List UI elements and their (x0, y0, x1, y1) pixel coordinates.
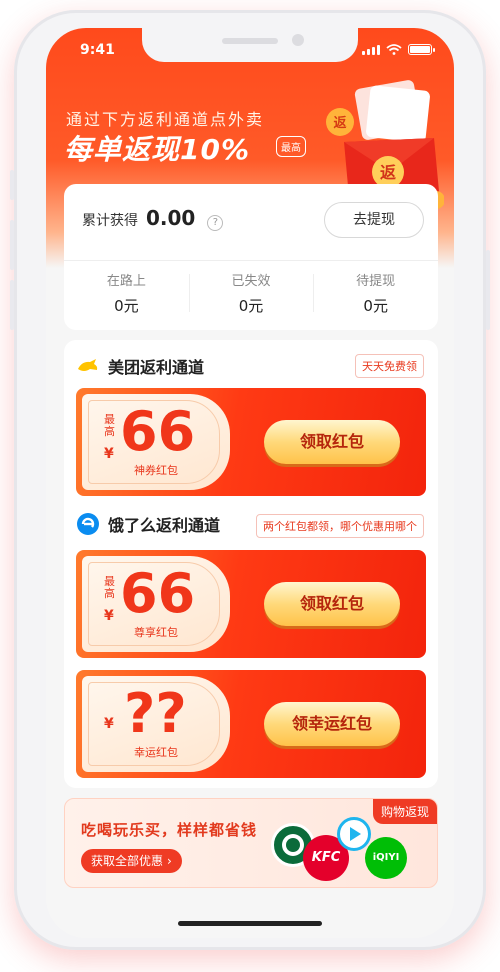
stat-value: 0元 (363, 297, 388, 315)
channels-panel: 美团返利通道 天天免费领 最高 ¥ 66 神券红包 领取红包 饿了么返利通道 两… (64, 340, 438, 788)
coupon-amount-panel: ¥ ?? 幸运红包 (82, 676, 230, 772)
meituan-tag: 天天免费领 (355, 354, 424, 378)
stat-in-transit[interactable]: 在路上 0元 (64, 270, 189, 316)
eleme-tag: 两个红包都领，哪个优惠用哪个 (256, 514, 424, 538)
hero-title: 每单返现10% (64, 133, 251, 166)
promo-button-label: 获取全部优惠 (91, 854, 164, 868)
side-button (10, 170, 14, 200)
chevron-right-icon: › (167, 854, 172, 868)
battery-icon (408, 44, 435, 55)
coupon-amount-panel: 最高 ¥ 66 神券红包 (82, 394, 230, 490)
eleme-channel-title: 饿了么返利通道 (108, 516, 221, 535)
signal-icon (362, 45, 380, 55)
stat-expired[interactable]: 已失效 0元 (188, 270, 314, 316)
promo-tag: 购物返现 (372, 799, 437, 824)
home-indicator (178, 921, 322, 926)
volume-down-button (10, 280, 14, 330)
stat-value: 0元 (238, 297, 264, 315)
earnings-summary: 累计获得 0.00 ? (82, 206, 224, 231)
shopping-cashback-banner[interactable]: 购物返现 吃喝玩乐买，样样都省钱 获取全部优惠 › KFC iQIYI (64, 798, 438, 888)
tencent-video-logo-icon (337, 817, 371, 851)
stat-label: 在路上 (106, 274, 146, 289)
meituan-kangaroo-icon (78, 359, 98, 371)
eleme-lucky-coupon-card[interactable]: ¥ ?? 幸运红包 领幸运红包 (76, 670, 426, 778)
coupon-currency: ¥ (104, 446, 114, 462)
claim-meituan-button[interactable]: 领取红包 (264, 420, 400, 464)
coupon-max-label: 最高 (104, 575, 115, 600)
wifi-icon (386, 44, 402, 55)
coupon-type-label: 神券红包 (134, 464, 178, 477)
coupon-amount: ?? (124, 682, 187, 745)
power-button (486, 250, 490, 330)
camera (292, 34, 304, 46)
coupon-type-label: 尊享红包 (134, 626, 178, 639)
app-screen: 9:41 通过下方返利通道点外卖 每单返现10% 最高 返 返 累计获得 0.0… (46, 28, 454, 938)
eleme-logo-icon (77, 513, 99, 535)
coupon-currency: ¥ (104, 716, 114, 732)
coupon-amount-panel: 最高 ¥ 66 尊享红包 (82, 556, 230, 652)
svg-text:返: 返 (380, 163, 396, 182)
status-icons (362, 44, 435, 55)
stat-label: 已失效 (231, 274, 271, 289)
earnings-label: 累计获得 (82, 213, 138, 229)
get-all-offers-button[interactable]: 获取全部优惠 › (81, 849, 182, 873)
help-icon[interactable]: ? (207, 215, 224, 231)
coupon-amount: 66 (120, 400, 196, 463)
volume-up-button (10, 220, 14, 270)
promo-title: 吃喝玩乐买，样样都省钱 (81, 821, 258, 839)
meituan-channel-title: 美团返利通道 (108, 358, 205, 377)
eleme-channel-header: 饿了么返利通道 (76, 512, 220, 536)
iqiyi-logo-icon: iQIYI (365, 837, 407, 879)
status-time: 9:41 (80, 42, 115, 58)
stat-label: 待提现 (356, 274, 396, 289)
meituan-channel-header: 美团返利通道 (76, 354, 204, 378)
stat-value: 0元 (114, 297, 139, 315)
eleme-vip-coupon-card[interactable]: 最高 ¥ 66 尊享红包 领取红包 (76, 550, 426, 658)
earnings-stats: 在路上 0元 已失效 0元 待提现 0元 (64, 270, 438, 316)
meituan-coupon-card[interactable]: 最高 ¥ 66 神券红包 领取红包 (76, 388, 426, 496)
earnings-card: 累计获得 0.00 ? 去提现 在路上 0元 已失效 0元 待提现 0元 (64, 184, 438, 330)
withdraw-button[interactable]: 去提现 (324, 202, 424, 238)
claim-lucky-button[interactable]: 领幸运红包 (264, 702, 400, 746)
hero-subtitle: 通过下方返利通道点外卖 (66, 110, 265, 129)
earnings-value: 0.00 (146, 206, 196, 230)
coupon-max-label: 最高 (104, 413, 115, 438)
notch (142, 28, 358, 62)
svg-text:返: 返 (333, 116, 346, 131)
speaker (222, 38, 278, 44)
divider (64, 260, 438, 261)
coupon-type-label: 幸运红包 (134, 746, 178, 759)
coupon-currency: ¥ (104, 608, 114, 624)
claim-eleme-button[interactable]: 领取红包 (264, 582, 400, 626)
coupon-amount: 66 (120, 562, 196, 625)
stat-pending-withdraw[interactable]: 待提现 0元 (313, 270, 438, 316)
hero-badge: 最高 (276, 136, 306, 157)
